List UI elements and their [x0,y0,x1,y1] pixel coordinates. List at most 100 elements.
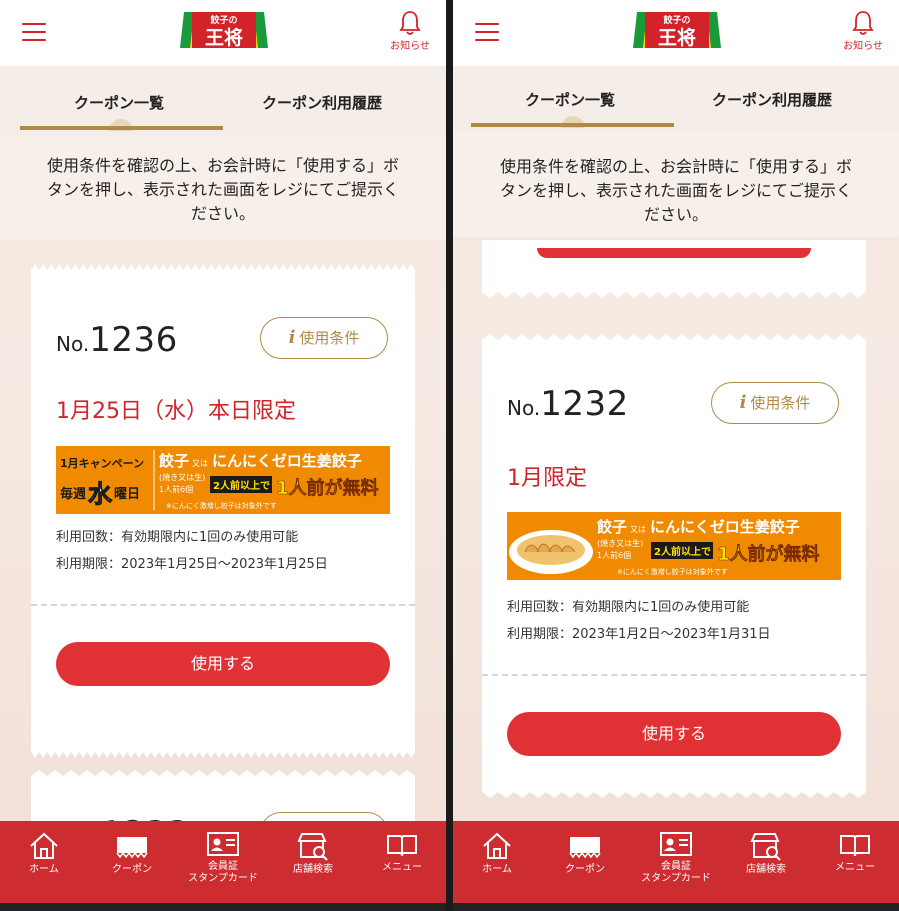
svg-text:※にんにく激増し餃子は対象外です: ※にんにく激増し餃子は対象外です [617,567,728,576]
bell-icon [399,11,421,35]
active-tab-underline [471,123,674,127]
notification-label: お知らせ [843,41,883,52]
coupon-tabs: クーポン一覧 クーポン利用履歴 [453,66,899,136]
coupon-number: No.1232 [507,384,629,424]
notification-button[interactable]: お知らせ [386,10,434,52]
usage-notice: 使用条件を確認の上、お会計時に「使用する」ボ タンを押し、表示された画面をレジに… [0,136,446,240]
card-perforation [482,674,866,676]
svg-text:曜日: 曜日 [114,487,140,502]
coupon-number: No.1236 [56,320,178,360]
menu-icon [22,23,46,25]
coupon-banner-image: 1月キャンペーン 毎週 水 曜日 餃子 又は にんにくゼロ生姜餃子 (焼き又は生… [56,446,390,514]
svg-text:1人前6個: 1人前6個 [159,484,193,494]
nav-member-card[interactable]: 会員証 スタンプカード [183,831,263,885]
svg-text:王将: 王将 [658,26,696,49]
hamburger-menu-button[interactable] [475,23,499,41]
coupon-banner-image: 餃子 又は にんにくゼロ生姜餃子 (焼き又は生) 1人前6個 2人前以上で 1人… [507,512,841,580]
phone-screen-left: 餃子の 王将 お知らせ クーポン一覧 クーポン利用履歴 使用条件を確認の上、お会… [0,0,446,911]
menu-book-icon [387,835,417,857]
svg-text:1人前が無料: 1人前が無料 [717,543,820,565]
home-icon [483,832,511,859]
member-card-icon [207,832,239,856]
active-tab-underline [20,126,223,130]
svg-text:※にんにく激増し餃子は対象外です: ※にんにく激増し餃子は対象外です [166,501,277,510]
coupon-tabs: クーポン一覧 クーポン利用履歴 [0,66,446,136]
coupon-deadline: 1月限定 [507,466,587,491]
nav-menu[interactable]: メニュー [815,831,895,874]
tab-coupon-history[interactable]: クーポン利用履歴 [712,89,832,110]
member-card-icon [660,832,692,856]
coupon-deadline: 1月25日（水）本日限定 [56,399,296,424]
store-search-icon [297,833,328,861]
svg-text:にんにくゼロ生姜餃子: にんにくゼロ生姜餃子 [212,452,362,470]
notice-line: 使用条件を確認の上、お会計時に「使用する」ボ [499,157,852,176]
notice-line: 使用条件を確認の上、お会計時に「使用する」ボ [46,156,399,175]
usage-conditions-button[interactable]: i 使用条件 [711,382,839,424]
bottom-nav: ホーム クーポン 会員証 スタンプカード 店舗検索 メニュー [453,821,899,903]
nav-coupon[interactable]: クーポン [545,831,625,876]
svg-text:1人前6個: 1人前6個 [597,550,631,560]
svg-text:2人前以上で: 2人前以上で [654,545,711,558]
hamburger-menu-button[interactable] [22,23,46,41]
coupon-usage-count: 利用回数：有効期限内に1回のみ使用可能 [56,530,299,545]
app-header: 餃子の 王将 お知らせ [0,0,446,66]
svg-text:1月キャンペーン: 1月キャンペーン [60,457,144,470]
home-icon [30,832,58,859]
bottom-nav: ホーム クーポン 会員証 スタンプカード 店舗検索 メニュー [0,821,446,903]
svg-text:餃子の: 餃子の [210,14,237,26]
nav-home[interactable]: ホーム [4,831,84,876]
nav-store-search[interactable]: 店舗検索 [726,831,806,876]
bell-icon [852,11,874,35]
coupon-icon [116,837,148,859]
card-top-edge [31,264,415,270]
coupon-card-previous [482,240,866,298]
use-coupon-button[interactable]: 使用する [507,712,841,756]
gyoza-no-ohsho-logo: 餃子の 王将 [180,12,268,49]
notice-line: ださい。 [190,204,255,223]
svg-text:餃子: 餃子 [597,518,627,536]
svg-text:2人前以上で: 2人前以上で [213,479,270,492]
svg-text:餃子の: 餃子の [663,14,690,26]
svg-text:又は: 又は [192,459,208,468]
svg-text:餃子: 餃子 [159,452,189,470]
tab-coupon-list[interactable]: クーポン一覧 [525,89,615,110]
previous-use-button-edge [537,248,811,258]
svg-text:にんにくゼロ生姜餃子: にんにくゼロ生姜餃子 [650,518,800,536]
info-icon: i [288,327,296,348]
svg-text:(焼き又は生): (焼き又は生) [159,472,205,482]
svg-text:王将: 王将 [205,26,243,49]
nav-home[interactable]: ホーム [457,831,537,876]
tab-coupon-history[interactable]: クーポン利用履歴 [262,92,382,113]
app-header: 餃子の 王将 お知らせ [453,0,899,66]
use-coupon-button[interactable]: 使用する [56,642,390,686]
notification-label: お知らせ [390,41,430,52]
notice-line: タンを押し、表示された画面をレジにてご提示く [499,181,852,200]
svg-text:又は: 又は [630,525,646,534]
coupon-usage-count: 利用回数：有効期限内に1回のみ使用可能 [507,600,750,615]
svg-text:毎週: 毎週 [60,486,86,502]
info-icon: i [739,392,747,413]
nav-menu[interactable]: メニュー [362,831,442,874]
svg-text:水: 水 [88,480,113,508]
menu-icon [475,23,499,25]
notice-line: タンを押し、表示された画面をレジにてご提示く [46,180,399,199]
coupon-valid-period: 利用期限：2023年1月2日〜2023年1月31日 [507,627,771,642]
coupon-card: No.1236 i 使用条件 1月25日（水）本日限定 1月キャンペーン 毎週 水… [31,264,415,758]
notification-button[interactable]: お知らせ [839,10,887,52]
system-gesture-bar [0,903,446,911]
phone-screen-right: 餃子の 王将 お知らせ クーポン一覧 クーポン利用履歴 使用条件を確認の上、お会… [453,0,899,911]
card-perforation [31,604,415,606]
nav-member-card[interactable]: 会員証 スタンプカード [636,831,716,885]
system-gesture-bar [453,903,899,911]
gyoza-no-ohsho-logo: 餃子の 王将 [633,12,721,49]
coupon-valid-period: 利用期限：2023年1月25日〜2023年1月25日 [56,557,328,572]
usage-conditions-button[interactable]: i 使用条件 [260,317,388,359]
svg-text:1人前が無料: 1人前が無料 [276,477,379,499]
tab-coupon-list[interactable]: クーポン一覧 [74,92,164,113]
svg-text:(焼き又は生): (焼き又は生) [597,538,643,548]
notice-line: ださい。 [643,205,708,224]
nav-store-search[interactable]: 店舗検索 [273,831,353,876]
coupon-card: No.1232 i 使用条件 1月限定 餃子 又は にんにくゼロ生姜餃子 (焼き又… [482,334,866,798]
store-search-icon [750,833,781,861]
nav-coupon[interactable]: クーポン [92,831,172,876]
